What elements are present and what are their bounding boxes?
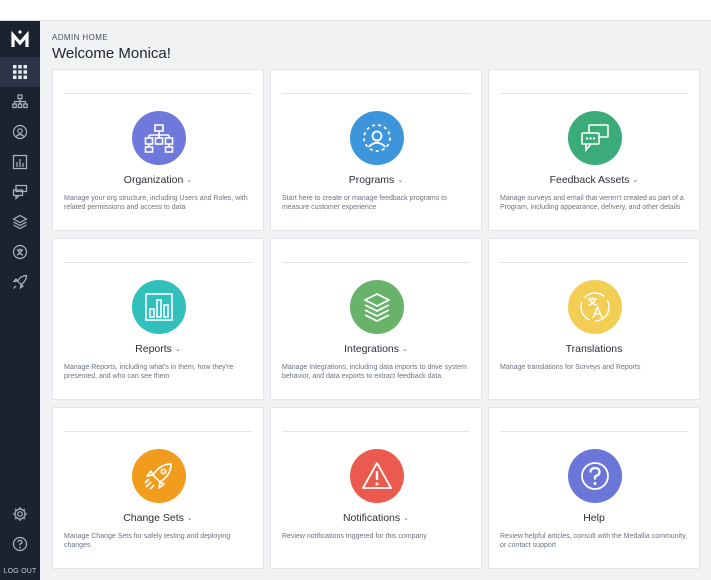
card-title[interactable]: Integrations ⌄ — [271, 343, 481, 355]
card-title-text: Translations — [565, 343, 623, 355]
breadcrumb: ADMIN HOME — [52, 33, 108, 42]
card-description: Manage Change Sets for safely testing an… — [64, 533, 231, 550]
card-title-text: Feedback Assets — [549, 174, 630, 186]
chevron-down-icon[interactable]: ⌄ — [633, 176, 639, 184]
assets-icon — [12, 184, 28, 200]
nav-organization[interactable] — [0, 87, 40, 117]
page-title: Welcome Monica! — [52, 45, 171, 62]
card-divider — [282, 431, 470, 432]
card-description: Manage Integrations, including data impo… — [282, 364, 467, 381]
sidebar — [0, 21, 40, 580]
card-description: Manage translations for Surveys and Repo… — [500, 364, 641, 371]
chevron-down-icon[interactable]: ⌄ — [402, 345, 408, 353]
help-icon-circle — [568, 449, 622, 503]
chevron-down-icon[interactable]: ⌄ — [397, 176, 403, 184]
card-description: Manage surveys and email that weren't cr… — [500, 195, 684, 212]
card-title-text: Help — [583, 512, 605, 524]
card-feedback-assets[interactable]: Feedback Assets ⌄ Manage surveys and emai… — [488, 69, 700, 231]
gear-icon — [13, 507, 27, 521]
feedback-assets-icon-circle — [568, 111, 622, 165]
card-title-text: Programs — [348, 174, 395, 186]
card-help[interactable]: Help Review helpful articles, consult wi… — [488, 407, 700, 569]
card-description: Review notifications triggered for this … — [282, 533, 427, 540]
reports-icon — [12, 154, 28, 170]
org-chart-icon — [144, 124, 174, 153]
card-divider — [500, 93, 688, 94]
card-reports[interactable]: Reports ⌄ Manage Reports, including what'… — [52, 238, 264, 400]
nav-help[interactable] — [0, 529, 40, 559]
chat-bubbles-icon — [581, 124, 609, 153]
card-description: Start here to create or manage feedback … — [282, 195, 447, 212]
translation-icon — [12, 244, 28, 260]
chevron-down-icon[interactable]: ⌄ — [187, 514, 193, 522]
card-divider — [64, 431, 252, 432]
card-title[interactable]: Programs ⌄ — [271, 174, 481, 186]
chevron-down-icon[interactable]: ⌄ — [186, 176, 192, 184]
bar-chart-icon — [145, 293, 173, 321]
nav-change-sets[interactable] — [0, 267, 40, 297]
translation-icon — [580, 292, 610, 322]
card-title-text: Integrations — [344, 343, 399, 355]
nav-apps-grid[interactable] — [0, 57, 40, 87]
card-divider — [64, 93, 252, 94]
card-title[interactable]: Organization ⌄ — [53, 174, 263, 186]
page-header: ADMIN HOME Welcome Monica! — [52, 33, 171, 62]
nav-translations[interactable] — [0, 237, 40, 267]
card-title-text: Change Sets — [123, 512, 184, 524]
integrations-icon-circle — [350, 280, 404, 334]
card-description: Manage your org structure, including Use… — [64, 195, 248, 212]
card-description: Manage Reports, including what's in them… — [64, 364, 234, 381]
question-icon — [581, 462, 609, 490]
card-divider — [282, 93, 470, 94]
warning-icon — [362, 462, 392, 489]
chevron-down-icon[interactable]: ⌄ — [403, 514, 409, 522]
card-title[interactable]: Translations — [489, 343, 699, 355]
nav-feedback-assets[interactable] — [0, 177, 40, 207]
program-icon — [12, 124, 28, 140]
top-bar — [0, 0, 711, 21]
org-chart-icon — [12, 94, 28, 109]
notifications-icon-circle — [350, 449, 404, 503]
card-divider — [500, 431, 688, 432]
medallia-logo[interactable] — [0, 27, 40, 51]
card-divider — [64, 262, 252, 263]
logout-button[interactable]: LOG OUT — [0, 563, 40, 580]
layers-icon — [364, 293, 390, 322]
nav-programs[interactable] — [0, 117, 40, 147]
card-integrations[interactable]: Integrations ⌄ Manage Integrations, inclu… — [270, 238, 482, 400]
change-sets-icon-circle — [132, 449, 186, 503]
card-title[interactable]: Notifications ⌄ — [271, 512, 481, 524]
medallia-logo-icon — [11, 30, 29, 47]
nav-settings[interactable] — [0, 499, 40, 529]
card-notifications[interactable]: Notifications ⌄ Review notifications trig… — [270, 407, 482, 569]
card-title[interactable]: Help — [489, 512, 699, 524]
translations-icon-circle — [568, 280, 622, 334]
card-title[interactable]: Feedback Assets ⌄ — [489, 174, 699, 186]
card-title-text: Notifications — [342, 512, 401, 524]
nav-reports[interactable] — [0, 147, 40, 177]
help-icon — [12, 536, 28, 552]
card-organization[interactable]: Organization ⌄ Manage your org structure,… — [52, 69, 264, 231]
card-title-text: Reports — [135, 343, 172, 355]
card-divider — [282, 262, 470, 263]
apps-grid-icon — [13, 65, 27, 79]
card-description: Review helpful articles, consult with th… — [500, 533, 688, 550]
card-divider — [500, 262, 688, 263]
card-title[interactable]: Reports ⌄ — [53, 343, 263, 355]
card-change-sets[interactable]: Change Sets ⌄ Manage Change Sets for safe… — [52, 407, 264, 569]
layers-icon — [12, 214, 28, 230]
program-icon — [363, 124, 391, 152]
rocket-icon — [12, 274, 28, 290]
card-title[interactable]: Change Sets ⌄ — [53, 512, 263, 524]
card-title-text: Organization — [123, 174, 184, 186]
nav-integrations[interactable] — [0, 207, 40, 237]
card-translations[interactable]: Translations Manage translations for Sur… — [488, 238, 700, 400]
card-programs[interactable]: Programs ⌄ Start here to create or manage… — [270, 69, 482, 231]
chevron-down-icon[interactable]: ⌄ — [175, 345, 181, 353]
reports-icon-circle — [132, 280, 186, 334]
organization-icon-circle — [132, 111, 186, 165]
programs-icon-circle — [350, 111, 404, 165]
rocket-icon — [144, 463, 172, 490]
